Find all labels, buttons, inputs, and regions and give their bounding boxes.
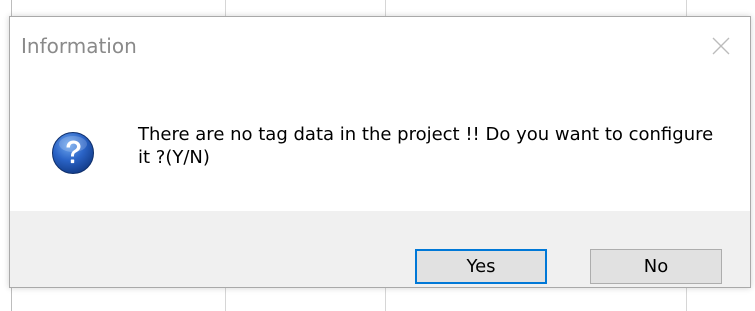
grid-line xyxy=(385,287,386,311)
grid-line xyxy=(225,287,226,311)
grid-line xyxy=(385,0,386,16)
message-dialog: Information There are no tag data in the… xyxy=(9,16,751,288)
close-button[interactable] xyxy=(706,31,736,61)
close-icon xyxy=(712,37,730,55)
yes-button[interactable]: Yes xyxy=(415,249,547,284)
dialog-footer: Yes No xyxy=(10,211,750,287)
question-icon xyxy=(52,132,94,174)
dialog-titlebar: Information xyxy=(10,17,750,73)
grid-line xyxy=(225,0,226,16)
no-button[interactable]: No xyxy=(590,249,722,284)
dialog-content: There are no tag data in the project !! … xyxy=(10,73,750,211)
dialog-title: Information xyxy=(21,34,137,58)
grid-line xyxy=(686,0,687,16)
grid-line xyxy=(686,287,687,311)
dialog-message: There are no tag data in the project !! … xyxy=(138,124,714,168)
